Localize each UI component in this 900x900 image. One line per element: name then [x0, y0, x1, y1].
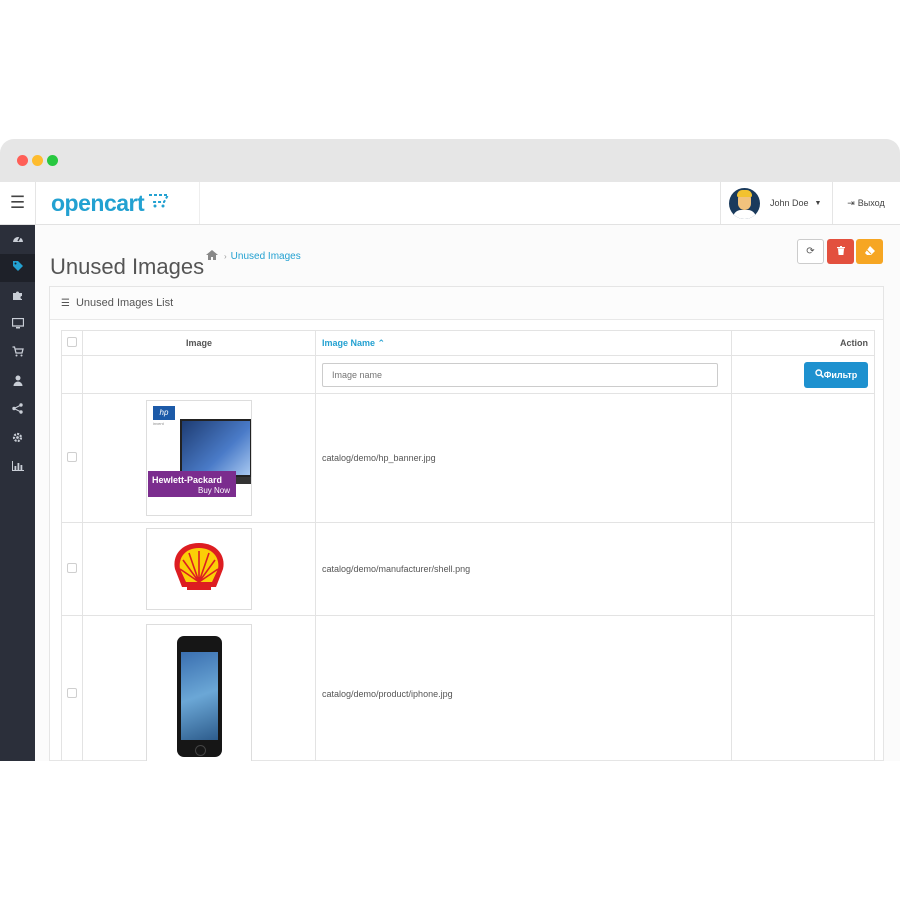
- logo-text: opencart: [51, 189, 145, 216]
- breadcrumb-separator: ›: [224, 251, 227, 261]
- table-row: catalog/demo/manufacturer/shell.png: [61, 522, 875, 616]
- browser-window: ☰ opencart John Doe ▼ ⇥ Выход Unused Ima…: [0, 139, 900, 761]
- iphone-thumbnail: [146, 623, 252, 761]
- user-name: John Doe: [770, 198, 809, 208]
- user-menu[interactable]: John Doe ▼: [720, 182, 833, 224]
- sidebar-item-sales[interactable]: [0, 339, 35, 368]
- page-title: Unused Images: [50, 253, 205, 279]
- search-icon: [815, 369, 824, 380]
- main-content: Unused Images › Unused Images ⟳ ☰ Unused…: [35, 225, 900, 761]
- hamburger-icon: ☰: [9, 193, 26, 212]
- unused-images-panel: ☰ Unused Images List Image Image Name ⌃ …: [49, 286, 884, 761]
- maximize-window-button[interactable]: [47, 155, 58, 166]
- home-icon[interactable]: [206, 249, 218, 263]
- shell-logo-thumbnail: [146, 528, 252, 610]
- chevron-down-icon: ▼: [814, 199, 822, 207]
- refresh-button[interactable]: ⟳: [797, 239, 824, 264]
- avatar: [729, 187, 760, 219]
- cart-logo-icon: [148, 192, 170, 213]
- logout-link[interactable]: ⇥ Выход: [832, 182, 900, 224]
- sign-out-icon: ⇥: [847, 197, 855, 208]
- tag-icon: [12, 260, 24, 275]
- dashboard-icon: [12, 233, 24, 246]
- cog-icon: [12, 432, 23, 446]
- sidebar-item-customers[interactable]: [0, 368, 35, 397]
- window-chrome: [0, 139, 900, 182]
- bar-chart-icon: [11, 460, 24, 474]
- panel-heading: ☰ Unused Images List: [50, 287, 883, 320]
- row-checkbox[interactable]: [67, 452, 77, 462]
- panel-title: Unused Images List: [75, 297, 174, 309]
- close-window-button[interactable]: [17, 155, 28, 166]
- clear-button[interactable]: [856, 239, 883, 264]
- table-header-row: Image Image Name ⌃ Action: [61, 330, 875, 356]
- menu-toggle-button[interactable]: ☰: [0, 182, 36, 224]
- select-all-cell: [61, 330, 83, 356]
- sidebar-item-marketing[interactable]: [0, 396, 35, 425]
- logout-label: Выход: [857, 198, 885, 208]
- list-icon: ☰: [61, 297, 70, 309]
- logo[interactable]: opencart: [36, 182, 200, 224]
- table-row: hp invent Hewlett-Packard Buy Now catalo…: [61, 393, 875, 523]
- minimize-window-button[interactable]: [32, 155, 43, 166]
- sort-asc-icon: ⌃: [377, 337, 386, 348]
- monitor-icon: [11, 317, 24, 332]
- puzzle-icon: [12, 289, 24, 304]
- hp-tagline: invent: [153, 421, 164, 426]
- sidebar-item-extensions[interactable]: [0, 282, 35, 311]
- sidebar-item-reports[interactable]: [0, 453, 35, 482]
- image-name-cell: catalog/demo/hp_banner.jpg: [315, 393, 732, 523]
- row-checkbox[interactable]: [67, 563, 77, 573]
- filter-row: Фильтр: [61, 355, 875, 394]
- refresh-icon: ⟳: [806, 246, 815, 257]
- delete-button[interactable]: [827, 239, 854, 264]
- sidebar-item-system[interactable]: [0, 425, 35, 454]
- trash-icon: [836, 245, 845, 258]
- images-table: Image Image Name ⌃ Action Image name Фил…: [61, 330, 875, 761]
- table-row: catalog/demo/product/iphone.jpg: [61, 615, 875, 761]
- image-name-cell: catalog/demo/manufacturer/shell.png: [315, 522, 732, 616]
- filter-button-label: Фильтр: [823, 369, 858, 380]
- hp-banner-thumbnail: hp invent Hewlett-Packard Buy Now: [146, 400, 252, 516]
- eraser-icon: [864, 245, 875, 258]
- user-icon: [13, 375, 23, 389]
- image-name-column-header[interactable]: Image Name ⌃: [315, 330, 732, 356]
- image-column-header: Image: [82, 330, 316, 356]
- share-icon: [12, 403, 23, 417]
- sidebar-item-dashboard[interactable]: [0, 225, 35, 254]
- sidebar: [0, 225, 35, 761]
- sidebar-item-design[interactable]: [0, 311, 35, 340]
- row-checkbox[interactable]: [67, 687, 77, 698]
- action-column-header: Action: [731, 330, 875, 356]
- cart-icon: [12, 346, 24, 360]
- sidebar-item-catalog[interactable]: [0, 253, 35, 282]
- image-name-filter-input[interactable]: [322, 362, 718, 387]
- image-name-sort-link[interactable]: Image Name: [322, 338, 375, 348]
- image-name-cell: catalog/demo/product/iphone.jpg: [315, 615, 732, 761]
- filter-button[interactable]: Фильтр: [804, 361, 868, 388]
- breadcrumb: › Unused Images: [206, 249, 301, 263]
- breadcrumb-link[interactable]: Unused Images: [231, 251, 301, 262]
- hp-logo: hp: [153, 406, 175, 420]
- select-all-checkbox[interactable]: [67, 337, 77, 347]
- top-navbar: ☰ opencart John Doe ▼ ⇥ Выход: [0, 182, 900, 225]
- banner-title: Hewlett-Packard: [152, 475, 223, 485]
- banner-cta: Buy Now: [197, 486, 230, 495]
